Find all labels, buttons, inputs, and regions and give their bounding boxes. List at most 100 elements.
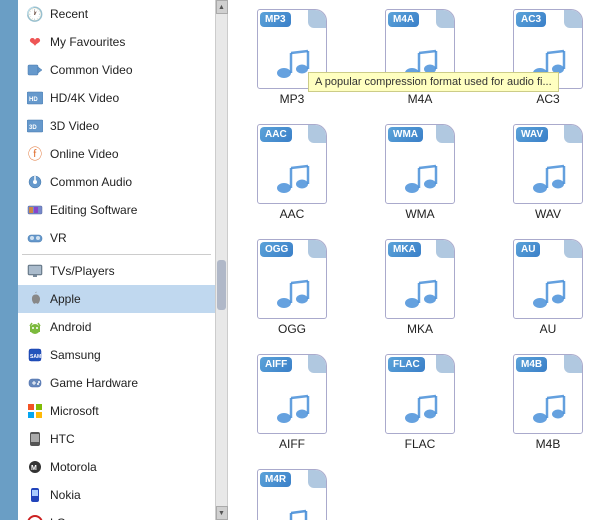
format-icon-wav: WAV: [508, 124, 588, 204]
sidebar-item-game-hardware[interactable]: Game Hardware: [18, 369, 215, 397]
svg-text:3D: 3D: [29, 125, 37, 131]
format-name-m4b: M4B: [536, 437, 561, 451]
format-icon-mp3: MP3: [252, 9, 332, 89]
sidebar-item-tvs-players[interactable]: TVs/Players: [18, 257, 215, 285]
sidebar-item-label-samsung: Samsung: [50, 348, 101, 362]
format-label[interactable]: [0, 0, 18, 180]
file-icon-flac: FLAC: [385, 354, 455, 434]
hd-video-icon: HD: [26, 89, 44, 107]
sidebar-item-my-favourites[interactable]: ❤My Favourites: [18, 28, 215, 56]
scroll-thumb[interactable]: [217, 260, 226, 310]
file-icon-wav: WAV: [513, 124, 583, 204]
sidebar-item-lg[interactable]: LGLG: [18, 509, 215, 520]
sidebar-item-samsung[interactable]: SAM Samsung: [18, 341, 215, 369]
format-name-wav: WAV: [535, 207, 561, 221]
music-note-wma: [402, 160, 438, 199]
format-item-aac[interactable]: AAC AAC: [233, 120, 351, 225]
scroll-down-button[interactable]: ▼: [216, 506, 228, 520]
scroll-up-button[interactable]: ▲: [216, 0, 228, 14]
microsoft-icon: [26, 402, 44, 420]
format-item-mka[interactable]: MKA MKA: [361, 235, 479, 340]
tvs-players-icon: [26, 262, 44, 280]
recent-icon: 🕐: [26, 5, 44, 23]
format-badge-wma: WMA: [388, 127, 423, 142]
file-icon-aiff: AIFF: [257, 354, 327, 434]
format-item-ac3[interactable]: AC3 AC3: [489, 5, 607, 110]
format-item-wav[interactable]: WAV WAV: [489, 120, 607, 225]
format-icon-aiff: AIFF: [252, 354, 332, 434]
format-item-au[interactable]: AU AU: [489, 235, 607, 340]
svg-text:M: M: [31, 465, 37, 472]
sidebar-item-recent[interactable]: 🕐 Recent: [18, 0, 215, 28]
common-audio-icon: [26, 173, 44, 191]
svg-text:HD: HD: [29, 97, 38, 103]
device-label[interactable]: [0, 180, 18, 520]
format-icon-m4r: M4R RING: [252, 469, 332, 520]
format-item-m4r[interactable]: M4R RINGM4R: [233, 465, 351, 520]
sidebar-item-label-common-audio: Common Audio: [50, 175, 132, 189]
sidebar-scroll-area[interactable]: 🕐 Recent ❤My Favourites Common Video HD HD/4K…: [18, 0, 215, 520]
sidebar-item-microsoft[interactable]: Microsoft: [18, 397, 215, 425]
format-item-mp3[interactable]: MP3 MP3: [233, 5, 351, 110]
sidebar-item-online-video[interactable]: ⓕOnline Video: [18, 140, 215, 168]
sidebar-items-column: 🕐 Recent ❤My Favourites Common Video HD HD/4K…: [18, 0, 215, 520]
sidebar-item-motorola[interactable]: M Motorola: [18, 453, 215, 481]
3d-video-icon: 3D: [26, 117, 44, 135]
music-note-aiff: [274, 390, 310, 429]
sidebar-item-vr[interactable]: VR: [18, 224, 215, 252]
sidebar-item-label-motorola: Motorola: [50, 460, 97, 474]
music-note-aac: [274, 160, 310, 199]
format-item-wma[interactable]: WMA WMA: [361, 120, 479, 225]
sidebar-item-editing-software[interactable]: Editing Software: [18, 196, 215, 224]
sidebar-item-nokia[interactable]: Nokia: [18, 481, 215, 509]
sidebar-item-hd-video[interactable]: HD HD/4K Video: [18, 84, 215, 112]
sidebar: 🕐 Recent ❤My Favourites Common Video HD HD/4K…: [0, 0, 228, 520]
htc-icon: [26, 430, 44, 448]
format-badge-mka: MKA: [388, 242, 421, 257]
format-badge-au: AU: [516, 242, 540, 257]
svg-text:SAM: SAM: [30, 354, 41, 360]
file-icon-au: AU: [513, 239, 583, 319]
format-item-ogg[interactable]: OGG OGG: [233, 235, 351, 340]
format-item-flac[interactable]: FLAC FLAC: [361, 350, 479, 455]
format-item-m4b[interactable]: M4B M4B: [489, 350, 607, 455]
format-name-ogg: OGG: [278, 322, 306, 336]
format-icon-m4b: M4B: [508, 354, 588, 434]
format-name-aiff: AIFF: [279, 437, 305, 451]
main-content[interactable]: MP3 MP3M4A M4AAC3 AC3 AAC AACWMA WMA WAV: [228, 0, 612, 520]
lg-icon: LG: [26, 514, 44, 520]
sidebar-scrollbar: ▲ ▼: [215, 0, 227, 520]
format-icon-ogg: OGG: [252, 239, 332, 319]
format-icon-m4a: M4A: [380, 9, 460, 89]
format-name-aac: AAC: [280, 207, 305, 221]
file-icon-ac3: AC3: [513, 9, 583, 89]
format-badge-flac: FLAC: [388, 357, 425, 372]
music-note-mka: [402, 275, 438, 314]
sidebar-item-label-my-favourites: My Favourites: [50, 35, 125, 49]
game-hardware-icon: [26, 374, 44, 392]
format-badge-ac3: AC3: [516, 12, 546, 27]
file-icon-ogg: OGG: [257, 239, 327, 319]
format-item-m4a[interactable]: M4A M4A: [361, 5, 479, 110]
vr-icon: [26, 229, 44, 247]
file-icon-wma: WMA: [385, 124, 455, 204]
sidebar-item-android[interactable]: Android: [18, 313, 215, 341]
sidebar-item-3d-video[interactable]: 3D3D Video: [18, 112, 215, 140]
format-item-aiff[interactable]: AIFF AIFF: [233, 350, 351, 455]
sidebar-item-label-microsoft: Microsoft: [50, 404, 99, 418]
sidebar-item-common-video[interactable]: Common Video: [18, 56, 215, 84]
format-icon-mka: MKA: [380, 239, 460, 319]
sidebar-item-label-common-video: Common Video: [50, 63, 133, 77]
format-icon-flac: FLAC: [380, 354, 460, 434]
sidebar-item-apple[interactable]: Apple: [18, 285, 215, 313]
format-badge-aiff: AIFF: [260, 357, 292, 372]
sidebar-item-htc[interactable]: HTC: [18, 425, 215, 453]
motorola-icon: M: [26, 458, 44, 476]
sidebar-item-label-hd-video: HD/4K Video: [50, 91, 119, 105]
format-badge-mp3: MP3: [260, 12, 291, 27]
android-icon: [26, 318, 44, 336]
sidebar-item-label-recent: Recent: [50, 7, 88, 21]
sidebar-item-label-htc: HTC: [50, 432, 75, 446]
sidebar-item-common-audio[interactable]: Common Audio: [18, 168, 215, 196]
music-note-flac: [402, 390, 438, 429]
